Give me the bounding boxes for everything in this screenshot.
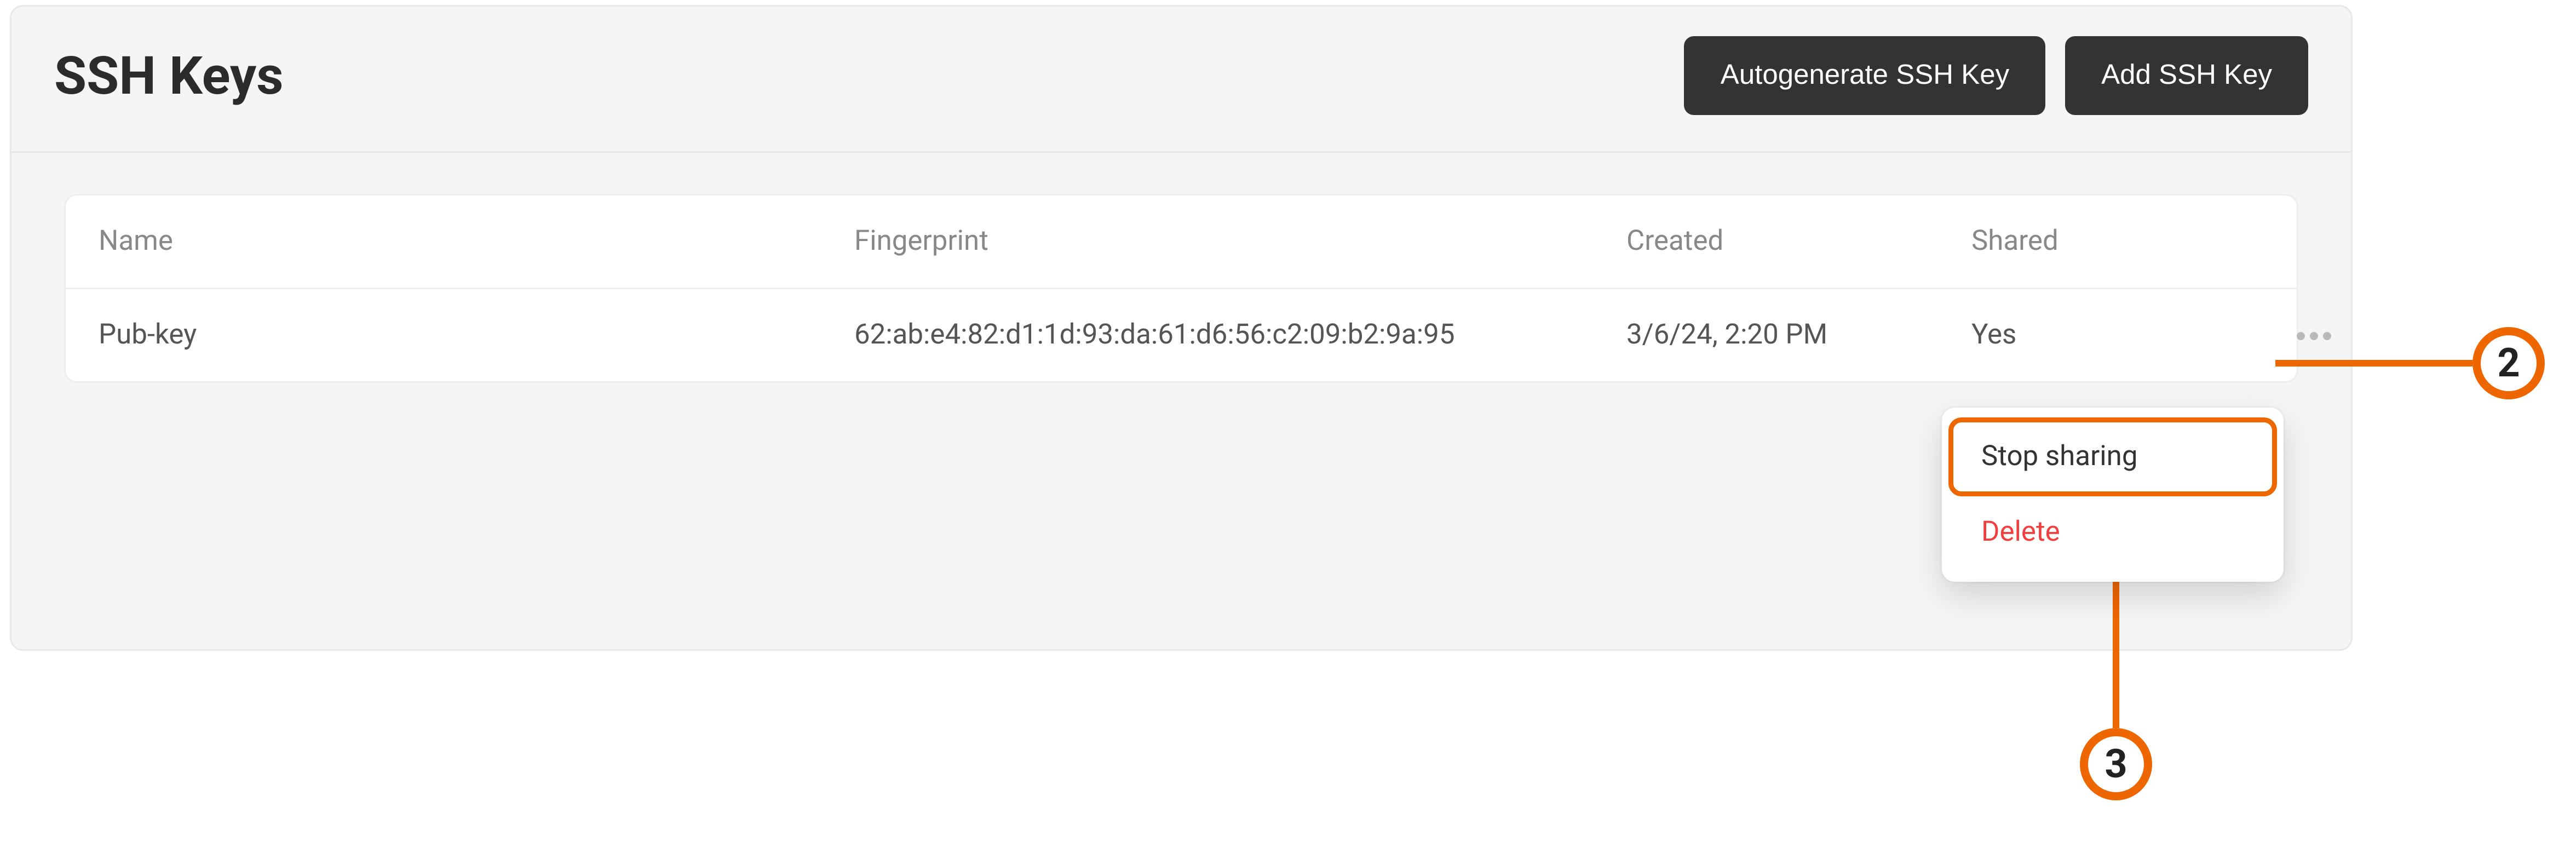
panel-header: SSH Keys Autogenerate SSH Key Add SSH Ke… (12, 7, 2351, 153)
callout-number: 2 (2497, 340, 2520, 386)
more-icon (2296, 331, 2304, 340)
cell-actions (2218, 319, 2336, 352)
cell-created: 3/6/24, 2:20 PM (1626, 319, 1971, 352)
more-icon (2322, 331, 2331, 340)
stop-sharing-menu-item[interactable]: Stop sharing (1952, 421, 2274, 493)
callout-line-2 (2275, 360, 2473, 366)
table-header-row: Name Fingerprint Created Shared (66, 196, 2297, 289)
more-icon (2309, 331, 2318, 340)
col-header-created: Created (1626, 225, 1971, 258)
cell-fingerprint: 62:ab:e4:82:d1:1d:93:da:61:d6:56:c2:09:b… (854, 319, 1626, 352)
ssh-keys-table: Name Fingerprint Created Shared Pub-key … (64, 194, 2298, 383)
callout-number: 3 (2104, 741, 2127, 787)
header-actions: Autogenerate SSH Key Add SSH Key (1684, 36, 2308, 115)
cell-shared: Yes (1971, 319, 2218, 352)
delete-menu-item[interactable]: Delete (1952, 496, 2274, 569)
cell-name: Pub-key (99, 319, 854, 352)
add-ssh-key-button[interactable]: Add SSH Key (2065, 36, 2308, 115)
col-header-shared: Shared (1971, 225, 2218, 258)
autogenerate-ssh-key-button[interactable]: Autogenerate SSH Key (1684, 36, 2045, 115)
page-title: SSH Keys (54, 44, 284, 107)
col-header-name: Name (99, 225, 854, 258)
callout-badge-3: 3 (2080, 728, 2152, 800)
ssh-keys-panel: SSH Keys Autogenerate SSH Key Add SSH Ke… (10, 5, 2353, 651)
callout-badge-2: 2 (2473, 327, 2545, 399)
col-header-fingerprint: Fingerprint (854, 225, 1626, 258)
table-row: Pub-key 62:ab:e4:82:d1:1d:93:da:61:d6:56… (66, 289, 2297, 381)
row-actions-dropdown: Stop sharing Delete (1942, 408, 2284, 582)
row-more-button[interactable] (2290, 319, 2336, 352)
